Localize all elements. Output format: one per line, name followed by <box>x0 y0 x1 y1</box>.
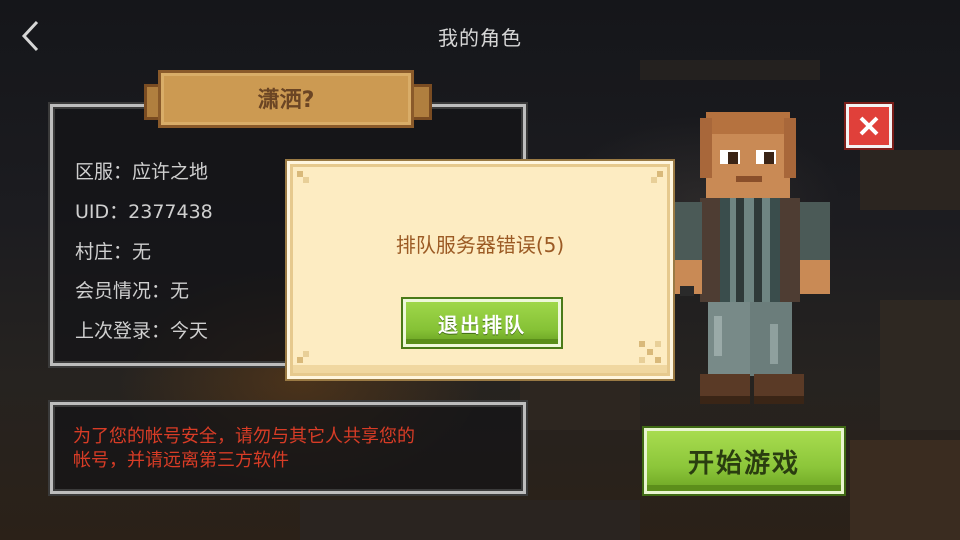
warning-line-2: 帐号，并请远离第三方软件 <box>73 450 289 471</box>
close-icon <box>859 116 879 136</box>
exit-queue-label: 退出排队 <box>438 312 526 337</box>
warning-line-1: 为了您的帐号安全，请勿与其它人共享您的 <box>73 426 415 447</box>
uid-info: UID：2377438 <box>75 201 213 223</box>
queue-error-dialog: 排队服务器错误(5) 退出排队 <box>290 164 670 376</box>
player-character-skin <box>674 112 830 404</box>
membership-info: 会员情况：无 <box>75 280 190 302</box>
start-game-button[interactable]: 开始游戏 <box>644 428 844 494</box>
start-game-label: 开始游戏 <box>687 448 800 479</box>
player-name: 潇洒? <box>257 88 315 113</box>
name-plaque: 潇洒? <box>144 70 432 132</box>
corner-ornament-top-right <box>651 171 663 183</box>
dialog-message: 排队服务器错误(5) <box>395 233 565 257</box>
corner-ornament-top-left <box>297 171 309 183</box>
village-info: 村庄：无 <box>75 241 152 263</box>
exit-queue-button[interactable]: 退出排队 <box>403 299 561 347</box>
last-login-info: 上次登录：今天 <box>75 320 209 342</box>
corner-ornament-bottom-left <box>297 351 309 363</box>
server-info: 区服：应许之地 <box>75 161 209 183</box>
security-warning-text: 为了您的帐号安全，请勿与其它人共享您的 帐号，并请远离第三方软件 <box>73 425 513 473</box>
close-button[interactable] <box>846 104 892 148</box>
security-warning-panel: 为了您的帐号安全，请勿与其它人共享您的 帐号，并请远离第三方软件 <box>50 402 526 494</box>
corner-ornament-bottom-right <box>639 341 661 363</box>
page-title: 我的角色 <box>438 26 522 50</box>
